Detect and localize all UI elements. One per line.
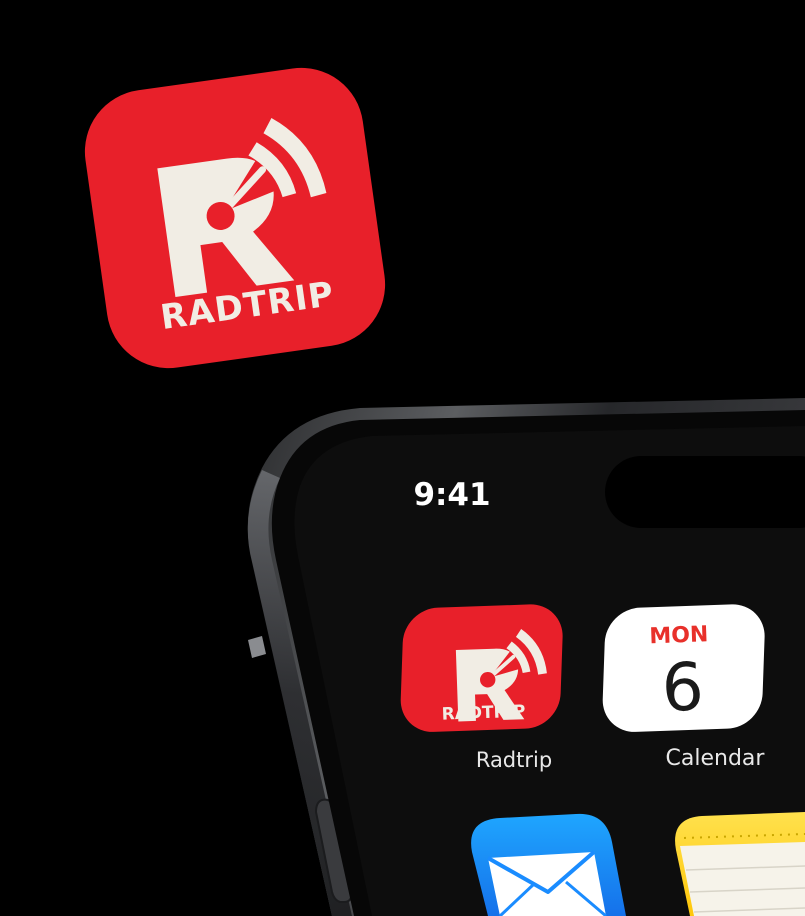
radtrip-large-icon: RADTRIP xyxy=(84,67,386,369)
wordmark-small: RADTRIP xyxy=(441,702,525,725)
mail-app-icon[interactable] xyxy=(471,813,626,916)
calendar-app-icon[interactable]: MON 6 xyxy=(597,603,770,733)
calendar-weekday: MON xyxy=(649,622,709,649)
status-time: 9:41 xyxy=(413,477,490,513)
notes-app-icon[interactable] xyxy=(675,812,805,916)
radtrip-app-icon[interactable]: RADTRIP xyxy=(395,603,568,733)
scene: RADTRIP 9:41 RADTRIP Radtrip MON 6 Calen… xyxy=(84,67,805,916)
radtrip-app-label: Radtrip xyxy=(476,748,552,772)
screen: 9:41 RADTRIP Radtrip MON 6 Calendar xyxy=(294,426,805,916)
calendar-app-label: Calendar xyxy=(666,746,766,771)
dynamic-island xyxy=(605,456,805,528)
calendar-day: 6 xyxy=(660,648,705,726)
